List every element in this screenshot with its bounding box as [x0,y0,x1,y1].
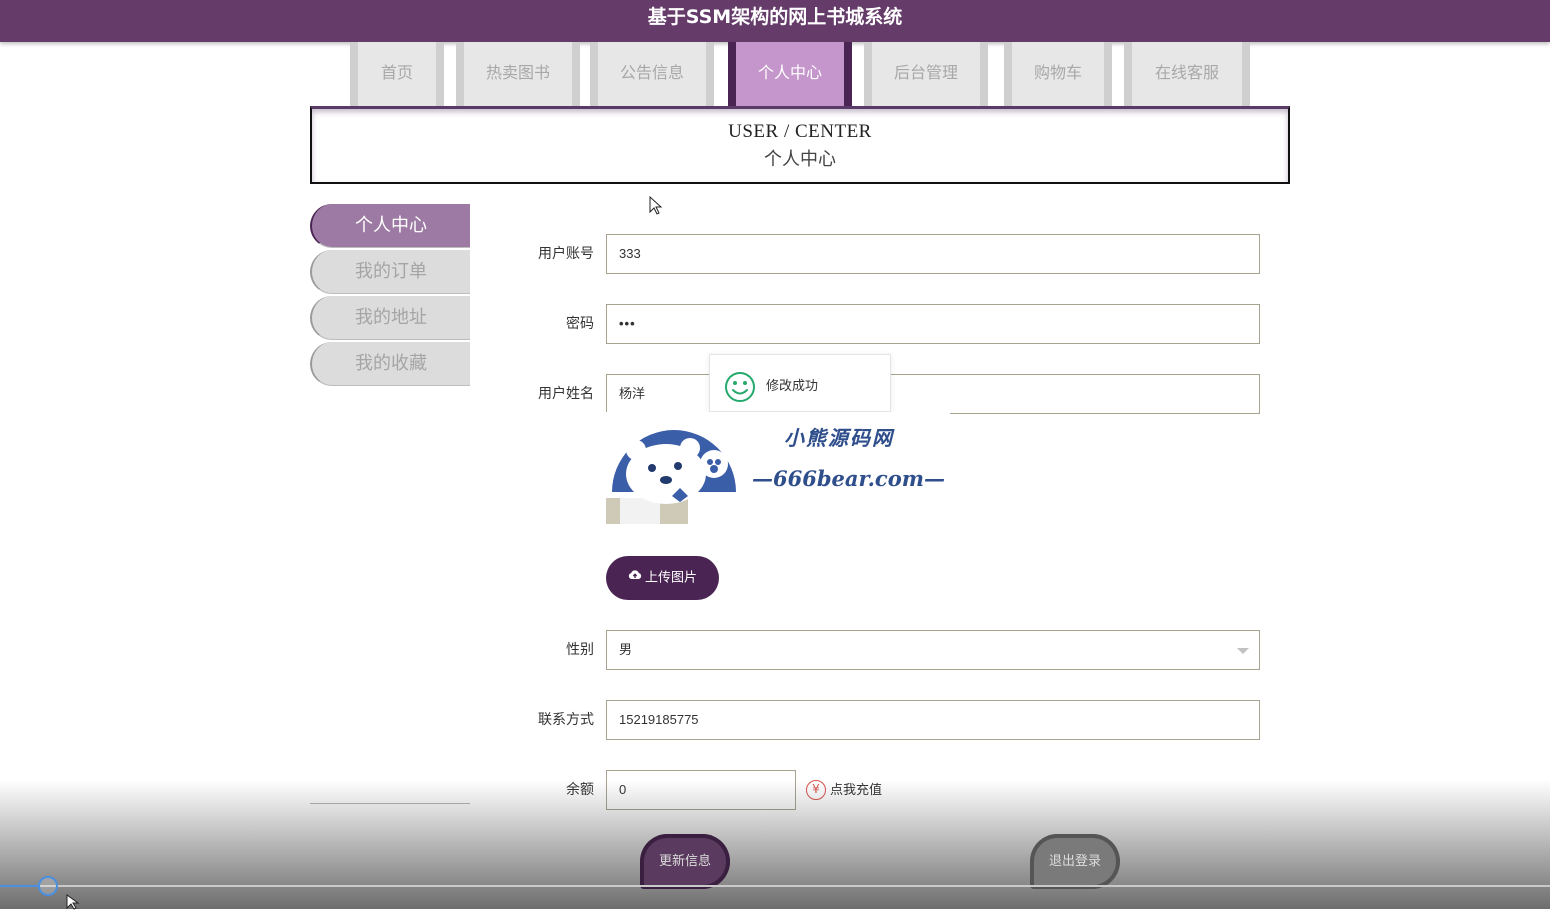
mouse-cursor-icon [66,894,80,910]
watermark-logo: 小熊源码网 —666bear.com— [606,412,950,530]
page-banner: USER / CENTER 个人中心 [310,106,1290,184]
password-row: 密码 ••• [520,304,1260,344]
side-item-my-favorites[interactable]: 我的收藏 [310,342,470,386]
nav-item-home[interactable]: 首页 [350,42,444,106]
side-divider [310,803,470,804]
side-item-user-center[interactable]: 个人中心 [310,204,470,248]
gender-value: 男 [619,642,633,657]
watermark-line1: 小熊源码网 [784,426,894,450]
password-input[interactable]: ••• [606,304,1260,344]
player-track[interactable] [0,885,1550,887]
name-label: 用户姓名 [538,386,594,402]
balance-row: 余额 [520,770,594,810]
mouse-cursor-icon [649,196,663,215]
upload-button-label: 上传图片 [644,570,697,586]
upload-image-button[interactable]: 上传图片 [606,556,719,600]
smiley-icon [724,371,756,407]
nav-item-announcements[interactable]: 公告信息 [590,42,714,106]
banner-title-cn: 个人中心 [764,149,836,170]
watermark-line2: —666bear.com— [752,466,945,491]
phone-label: 联系方式 [538,712,594,728]
main-nav: 首页 热卖图书 公告信息 个人中心 后台管理 购物车 在线客服 [0,42,1550,106]
gender-label: 性别 [566,642,594,658]
phone-input[interactable]: 15219185775 [606,700,1260,740]
account-input[interactable]: 333 [606,234,1260,274]
nav-item-user-center[interactable]: 个人中心 [728,42,852,106]
banner-title-en: USER / CENTER [728,121,872,142]
logout-button[interactable]: 退出登录 [1030,834,1120,889]
side-item-my-address[interactable]: 我的地址 [310,296,470,340]
yen-icon: ¥ [806,780,826,800]
cloud-upload-icon [628,556,642,600]
player-scrubber[interactable] [38,876,58,896]
bear-logo-icon [606,430,736,524]
gender-row: 性别 男 [520,630,1260,670]
success-toast: 修改成功 [709,354,891,412]
account-label: 用户账号 [538,246,594,262]
nav-item-customer-service[interactable]: 在线客服 [1124,42,1250,106]
nav-item-hot-books[interactable]: 热卖图书 [456,42,580,106]
password-label: 密码 [566,316,594,332]
side-item-my-orders[interactable]: 我的订单 [310,250,470,294]
update-info-button[interactable]: 更新信息 [640,834,730,889]
recharge-label: 点我充值 [830,783,883,798]
name-input[interactable]: 杨洋 [606,374,1260,414]
side-menu: 个人中心 我的订单 我的地址 我的收藏 [310,204,470,388]
balance-label: 余额 [566,782,594,798]
nav-item-admin[interactable]: 后台管理 [864,42,988,106]
gender-select[interactable]: 男 [606,630,1260,670]
site-title: 基于SSM架构的网上书城系统 [647,6,903,28]
phone-row: 联系方式 15219185775 [520,700,1260,740]
chevron-down-icon [1237,648,1249,654]
nav-item-cart[interactable]: 购物车 [1004,42,1112,106]
site-header: 基于SSM架构的网上书城系统 [0,0,1550,42]
toast-message: 修改成功 [766,379,819,394]
player-progress [0,885,40,887]
balance-input[interactable]: 0 [606,770,796,810]
account-row: 用户账号 333 [520,234,1260,274]
